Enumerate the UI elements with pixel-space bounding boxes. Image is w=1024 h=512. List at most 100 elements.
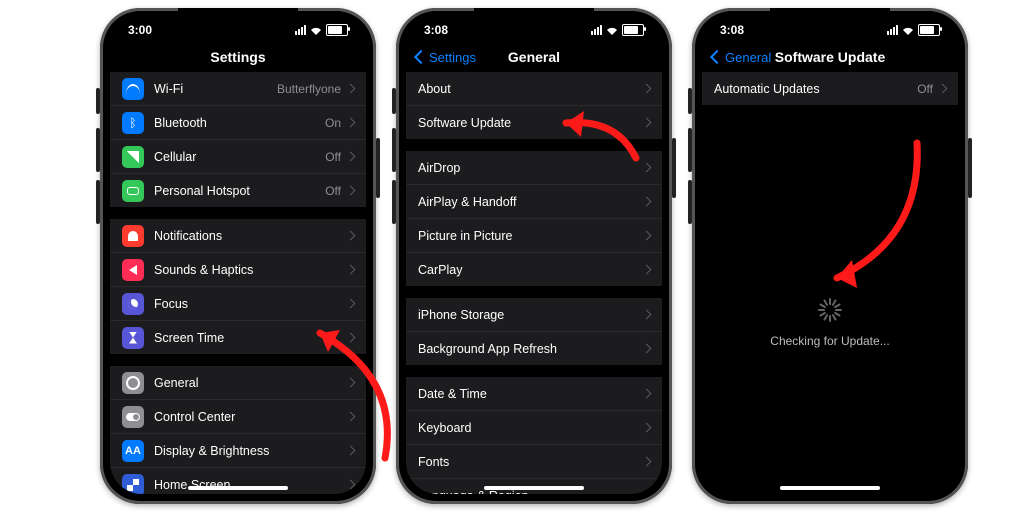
chevron-right-icon	[642, 197, 652, 207]
page-title: Settings	[210, 49, 265, 65]
sounds-icon	[122, 259, 144, 281]
row-focus[interactable]: Focus	[110, 286, 366, 320]
chevron-right-icon	[346, 480, 356, 490]
hotspot-icon	[122, 180, 144, 202]
display-icon: AA	[122, 440, 144, 462]
row-label: Wi-Fi	[154, 82, 277, 96]
phone-software-update: 3:08 General Software Update Automatic U…	[692, 8, 968, 504]
row-label: iPhone Storage	[418, 308, 643, 322]
bluetooth-icon: ᛒ	[122, 112, 144, 134]
back-button[interactable]: General	[712, 50, 771, 65]
status-bar: 3:08	[702, 18, 958, 42]
signal-icon	[887, 25, 898, 35]
row-airdrop[interactable]: AirDrop	[406, 151, 662, 184]
battery-icon	[622, 24, 644, 36]
row-software-update[interactable]: Software Update	[406, 105, 662, 139]
row-pip[interactable]: Picture in Picture	[406, 218, 662, 252]
row-notifications[interactable]: Notifications	[110, 219, 366, 252]
settings-list: Wi-FiButterflyone ᛒ BluetoothOn CellularO…	[110, 72, 366, 494]
row-sounds[interactable]: Sounds & Haptics	[110, 252, 366, 286]
status-time: 3:08	[720, 23, 744, 37]
row-airplay[interactable]: AirPlay & Handoff	[406, 184, 662, 218]
back-label: General	[725, 50, 771, 65]
back-button[interactable]: Settings	[416, 50, 476, 65]
row-carplay[interactable]: CarPlay	[406, 252, 662, 286]
row-label: Personal Hotspot	[154, 184, 325, 198]
home-indicator[interactable]	[484, 486, 584, 490]
row-background-refresh[interactable]: Background App Refresh	[406, 331, 662, 365]
control-center-icon	[122, 406, 144, 428]
notifications-icon	[122, 225, 144, 247]
row-label: Sounds & Haptics	[154, 263, 347, 277]
row-screentime[interactable]: Screen Time	[110, 320, 366, 354]
row-label: General	[154, 376, 347, 390]
chevron-left-icon	[414, 50, 428, 64]
row-label: Screen Time	[154, 331, 347, 345]
signal-icon	[295, 25, 306, 35]
home-indicator[interactable]	[780, 486, 880, 490]
chevron-right-icon	[642, 265, 652, 275]
general-icon	[122, 372, 144, 394]
status-bar: 3:00	[110, 18, 366, 42]
general-list: About Software Update AirDrop AirPlay & …	[406, 72, 662, 494]
software-update-list: Automatic UpdatesOff	[702, 72, 958, 105]
checking-status: Checking for Update...	[702, 298, 958, 348]
status-bar: 3:08	[406, 18, 662, 42]
row-control-center[interactable]: Control Center	[110, 399, 366, 433]
row-label: Automatic Updates	[714, 82, 917, 96]
page-title: Software Update	[775, 49, 885, 65]
wifi-icon	[122, 78, 144, 100]
chevron-right-icon	[938, 84, 948, 94]
row-label: Cellular	[154, 150, 325, 164]
row-value: On	[325, 116, 341, 130]
chevron-right-icon	[642, 457, 652, 467]
page-title: General	[508, 49, 560, 65]
chevron-right-icon	[346, 265, 356, 275]
wifi-icon	[902, 26, 914, 35]
nav-bar: Settings General	[406, 42, 662, 72]
signal-icon	[591, 25, 602, 35]
focus-icon	[122, 293, 144, 315]
row-fonts[interactable]: Fonts	[406, 444, 662, 478]
spinner-icon	[818, 298, 842, 322]
home-indicator[interactable]	[188, 486, 288, 490]
row-iphone-storage[interactable]: iPhone Storage	[406, 298, 662, 331]
row-label: Fonts	[418, 455, 643, 469]
chevron-right-icon	[642, 310, 652, 320]
cellular-icon	[122, 146, 144, 168]
row-label: Control Center	[154, 410, 347, 424]
chevron-right-icon	[346, 118, 356, 128]
row-wifi[interactable]: Wi-FiButterflyone	[110, 72, 366, 105]
row-hotspot[interactable]: Personal HotspotOff	[110, 173, 366, 207]
chevron-right-icon	[346, 378, 356, 388]
row-label: Picture in Picture	[418, 229, 643, 243]
nav-bar: General Software Update	[702, 42, 958, 72]
row-about[interactable]: About	[406, 72, 662, 105]
row-label: Notifications	[154, 229, 347, 243]
row-date-time[interactable]: Date & Time	[406, 377, 662, 410]
row-display[interactable]: AADisplay & Brightness	[110, 433, 366, 467]
row-cellular[interactable]: CellularOff	[110, 139, 366, 173]
row-label: Keyboard	[418, 421, 643, 435]
row-label: AirPlay & Handoff	[418, 195, 643, 209]
chevron-right-icon	[642, 118, 652, 128]
row-label: Background App Refresh	[418, 342, 643, 356]
row-bluetooth[interactable]: ᛒ BluetoothOn	[110, 105, 366, 139]
row-general[interactable]: General	[110, 366, 366, 399]
chevron-right-icon	[642, 344, 652, 354]
chevron-right-icon	[346, 84, 356, 94]
battery-icon	[918, 24, 940, 36]
chevron-right-icon	[346, 299, 356, 309]
row-keyboard[interactable]: Keyboard	[406, 410, 662, 444]
phone-general: 3:08 Settings General About Software Upd…	[396, 8, 672, 504]
row-automatic-updates[interactable]: Automatic UpdatesOff	[702, 72, 958, 105]
back-label: Settings	[429, 50, 476, 65]
home-screen-icon	[122, 474, 144, 495]
row-label: Software Update	[418, 116, 643, 130]
battery-icon	[326, 24, 348, 36]
phone-settings: 3:00 Settings Wi-FiButterflyone ᛒ Bluetoo…	[100, 8, 376, 504]
screentime-icon	[122, 327, 144, 349]
chevron-right-icon	[346, 412, 356, 422]
row-label: Bluetooth	[154, 116, 325, 130]
row-label: Focus	[154, 297, 347, 311]
